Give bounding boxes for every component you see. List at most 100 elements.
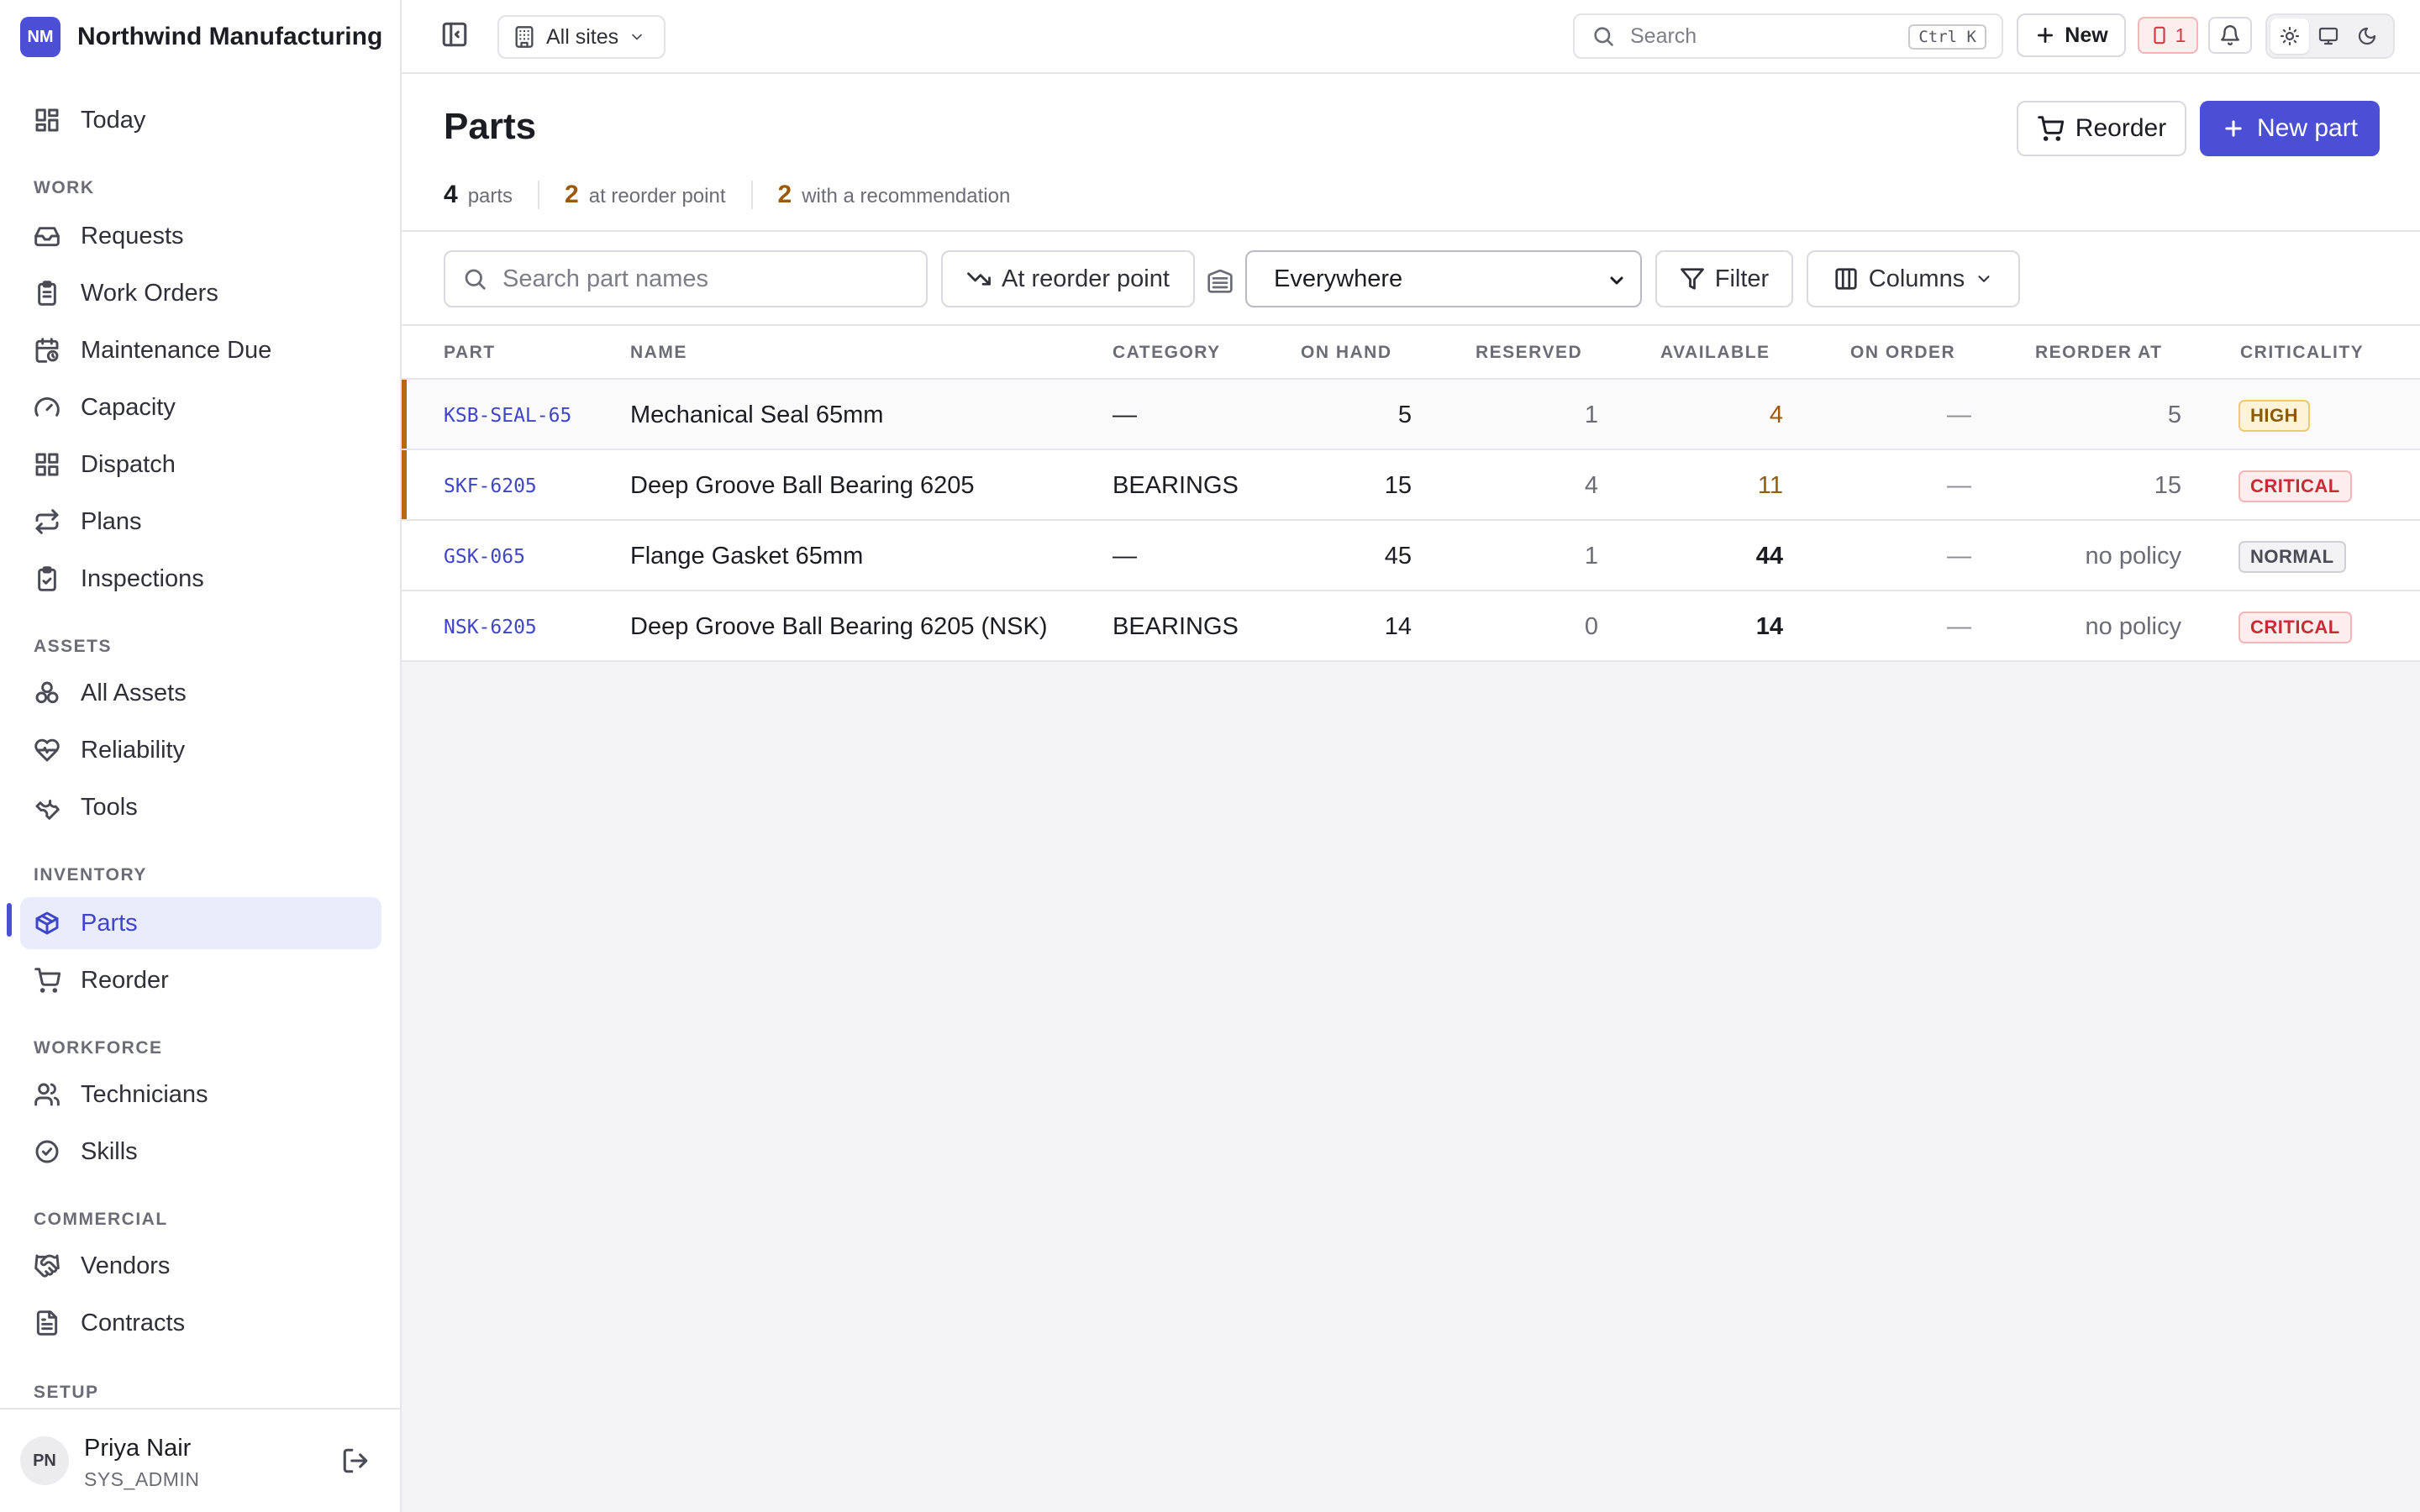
on-order-value: —	[1947, 472, 1971, 499]
page-title: Parts	[444, 106, 537, 147]
part-search-input[interactable]: Search part names	[444, 250, 928, 307]
table-row[interactable]: GSK-065 Flange Gasket 65mm — 45 1 44 — n…	[402, 521, 2420, 591]
calendar-clock-icon	[35, 338, 59, 363]
sidebar-item-all-assets[interactable]: All Assets	[20, 667, 381, 719]
chevron-down-icon	[1978, 276, 1990, 282]
table-row[interactable]: KSB-SEAL-65 Mechanical Seal 65mm — 5 1 4…	[402, 380, 2420, 450]
theme-dark-button[interactable]	[2348, 18, 2386, 54]
sidebar-item-inspections[interactable]: Inspections	[20, 553, 381, 605]
sidebar-item-capacity[interactable]: Capacity	[20, 381, 381, 433]
sidebar-item-plans[interactable]: Plans	[20, 496, 381, 548]
location-select[interactable]: Everywhere	[1245, 250, 1642, 307]
parts-table: PART NAME CATEGORY ON HAND RESERVED AVAI…	[402, 326, 2420, 662]
sidebar-toggle-button[interactable]	[440, 20, 474, 54]
column-header-category[interactable]: CATEGORY	[1113, 343, 1221, 363]
heart-pulse-icon	[34, 738, 60, 762]
column-header-reorder-at[interactable]: REORDER AT	[2035, 343, 2163, 363]
criticality-badge: CRITICAL	[2238, 612, 2352, 643]
columns-button[interactable]: Columns	[1807, 250, 2020, 307]
sidebar-item-dispatch[interactable]: Dispatch	[20, 438, 381, 491]
sidebar-item-maintenance-due[interactable]: Maintenance Due	[20, 324, 381, 376]
section-inventory: INVENTORY	[34, 865, 147, 885]
bell-icon	[2221, 24, 2239, 46]
search-icon	[1594, 27, 1613, 46]
new-button[interactable]: New	[2017, 13, 2126, 57]
stat-label: parts	[467, 185, 513, 207]
stat-label: at reorder point	[588, 185, 726, 207]
topbar: All sites Search Ctrl K New 1	[402, 0, 2420, 74]
avatar[interactable]: PN	[20, 1436, 69, 1485]
sidebar-item-today[interactable]: Today	[20, 94, 381, 146]
alerts-button[interactable]: 1	[2138, 17, 2198, 54]
sidebar-item-label: Technicians	[81, 1080, 208, 1108]
new-part-button[interactable]: New part	[2200, 101, 2380, 156]
new-button-label: New	[2065, 23, 2108, 47]
theme-system-button[interactable]	[2309, 18, 2348, 54]
sidebar-item-vendors[interactable]: Vendors	[20, 1240, 381, 1292]
column-header-on-order[interactable]: ON ORDER	[1850, 343, 1955, 363]
sidebar-item-label: All Assets	[81, 679, 187, 706]
sidebar-item-work-orders[interactable]: Work Orders	[20, 267, 381, 319]
repeat-icon	[35, 509, 59, 534]
sidebar-item-label: Contracts	[81, 1309, 186, 1336]
stat-reorder-point: 2 at reorder point	[538, 181, 750, 209]
stat-label: with a recommendation	[802, 185, 1011, 207]
part-category: BEARINGS	[1113, 613, 1239, 640]
shopping-cart-icon	[2037, 116, 2064, 141]
plus-icon	[2225, 120, 2242, 137]
wrench-icon	[35, 799, 60, 820]
package-icon	[35, 911, 59, 935]
brand[interactable]: NM Northwind Manufacturing	[20, 17, 382, 57]
logout-button[interactable]	[341, 1446, 370, 1475]
search-placeholder: Search	[1630, 24, 1697, 48]
sidebar-item-parts[interactable]: Parts	[20, 897, 381, 949]
reorder-at-value: 5	[2167, 402, 2181, 428]
available-value: 44	[1755, 543, 1783, 570]
column-header-on-hand[interactable]: ON HAND	[1301, 343, 1392, 363]
clipboard-check-icon	[38, 566, 56, 591]
site-selector[interactable]: All sites	[497, 15, 666, 59]
column-header-available[interactable]: AVAILABLE	[1660, 343, 1770, 363]
chevron-down-icon	[1610, 276, 1623, 285]
column-header-reserved[interactable]: RESERVED	[1476, 343, 1582, 363]
sidebar-item-reliability[interactable]: Reliability	[20, 724, 381, 776]
inbox-icon	[34, 227, 60, 247]
part-code[interactable]: KSB-SEAL-65	[444, 405, 571, 427]
on-hand-value: 15	[1384, 472, 1412, 499]
sidebar-item-label: Dispatch	[81, 450, 176, 478]
part-code[interactable]: NSK-6205	[444, 617, 537, 638]
table-row[interactable]: NSK-6205 Deep Groove Ball Bearing 6205 (…	[402, 591, 2420, 662]
site-selector-label: All sites	[546, 24, 619, 49]
clipboard-list-icon	[38, 281, 56, 306]
sidebar-item-label: Parts	[81, 909, 138, 937]
reorder-button[interactable]: Reorder	[2017, 101, 2186, 156]
sidebar-item-skills[interactable]: Skills	[20, 1126, 381, 1178]
notifications-button[interactable]	[2208, 17, 2252, 54]
reserved-value: 1	[1584, 402, 1598, 428]
column-header-part[interactable]: PART	[444, 343, 496, 363]
part-name: Deep Groove Ball Bearing 6205 (NSK)	[630, 613, 1048, 640]
warehouse-icon	[1207, 267, 1234, 294]
filter-button-label: Filter	[1714, 265, 1770, 292]
sidebar-item-requests[interactable]: Requests	[20, 210, 381, 262]
reorder-at-value: no policy	[2085, 613, 2181, 640]
moon-icon	[2358, 27, 2376, 45]
user-card: PN Priya Nair SYS_ADMIN	[0, 1408, 400, 1512]
theme-light-button[interactable]	[2270, 18, 2309, 54]
table-row[interactable]: SKF-6205 Deep Groove Ball Bearing 6205 B…	[402, 450, 2420, 521]
reorder-point-filter-button[interactable]: At reorder point	[941, 250, 1195, 307]
sidebar-item-tools[interactable]: Tools	[20, 781, 381, 833]
reorder-at-value: 15	[2154, 472, 2181, 499]
part-code[interactable]: GSK-065	[444, 546, 525, 568]
sidebar-item-reorder[interactable]: Reorder	[20, 954, 381, 1006]
sidebar-item-technicians[interactable]: Technicians	[20, 1068, 381, 1121]
filter-button[interactable]: Filter	[1655, 250, 1793, 307]
global-search-input[interactable]: Search Ctrl K	[1573, 13, 2003, 59]
part-code[interactable]: SKF-6205	[444, 475, 537, 497]
column-header-criticality[interactable]: CRITICALITY	[2240, 343, 2364, 363]
column-header-name[interactable]: NAME	[630, 343, 687, 363]
theme-switcher	[2265, 13, 2395, 59]
sidebar-item-label: Requests	[81, 222, 184, 249]
reorder-point-filter-label: At reorder point	[1002, 265, 1170, 292]
sidebar-item-contracts[interactable]: Contracts	[20, 1297, 381, 1349]
